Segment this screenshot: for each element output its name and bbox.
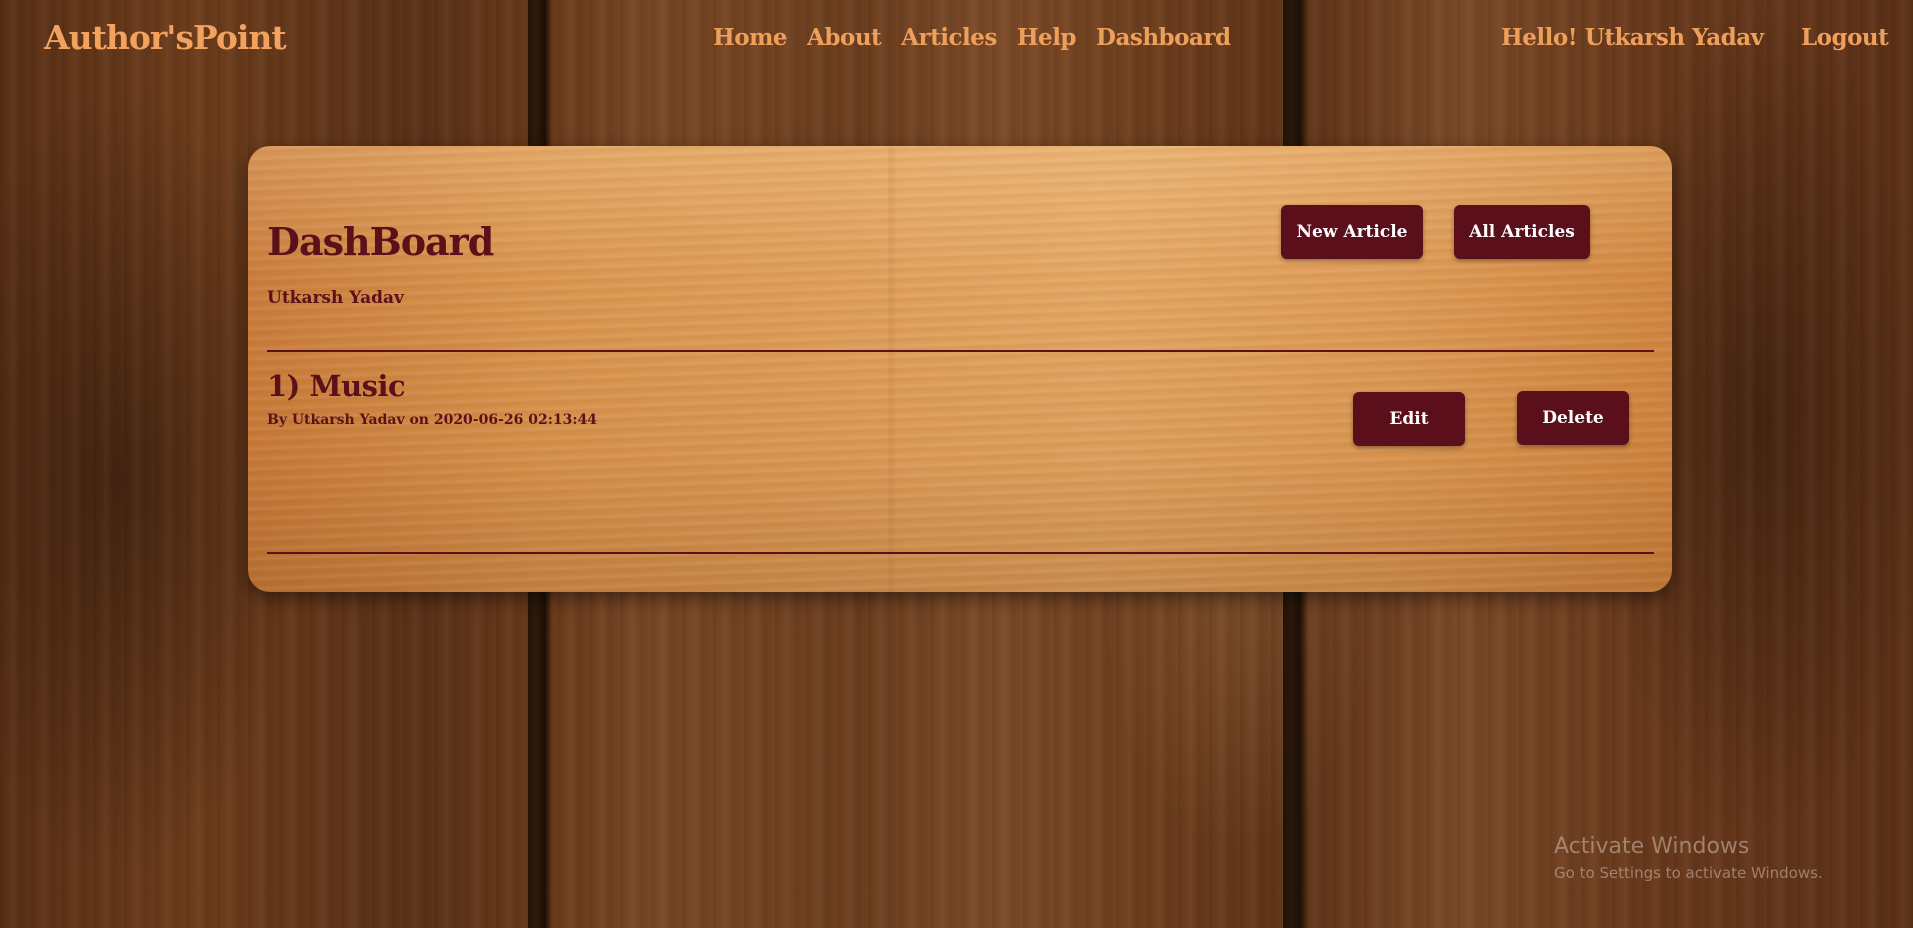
nav-link-articles[interactable]: Articles (901, 24, 997, 51)
divider (267, 350, 1654, 352)
divider (267, 552, 1654, 554)
watermark-title: Activate Windows (1554, 834, 1750, 859)
nav-link-dashboard[interactable]: Dashboard (1096, 24, 1231, 51)
article-title[interactable]: 1) Music (267, 369, 406, 403)
page-title: DashBoard (267, 219, 494, 264)
top-navbar: Author'sPoint Home About Articles Help D… (0, 0, 1913, 78)
article-meta: By Utkarsh Yadav on 2020-06-26 02:13:44 (267, 412, 598, 428)
dashboard-username: Utkarsh Yadav (267, 288, 404, 308)
all-articles-button[interactable]: All Articles (1454, 205, 1590, 259)
logout-link[interactable]: Logout (1801, 24, 1889, 51)
nav-link-help[interactable]: Help (1017, 24, 1077, 51)
delete-article-button[interactable]: Delete (1517, 391, 1629, 445)
edit-article-button[interactable]: Edit (1353, 392, 1465, 446)
brand-logo[interactable]: Author'sPoint (44, 18, 287, 57)
user-greeting[interactable]: Hello! Utkarsh Yadav (1501, 24, 1764, 51)
new-article-button[interactable]: New Article (1281, 205, 1423, 259)
nav-link-about[interactable]: About (807, 24, 882, 51)
watermark-subtitle: Go to Settings to activate Windows. (1554, 864, 1823, 882)
activate-windows-watermark: Activate Windows Go to Settings to activ… (1554, 832, 1823, 884)
nav-link-home[interactable]: Home (713, 24, 788, 51)
nav-links: Home About Articles Help Dashboard (713, 24, 1231, 51)
dashboard-card: DashBoard Utkarsh Yadav New Article All … (248, 146, 1672, 592)
